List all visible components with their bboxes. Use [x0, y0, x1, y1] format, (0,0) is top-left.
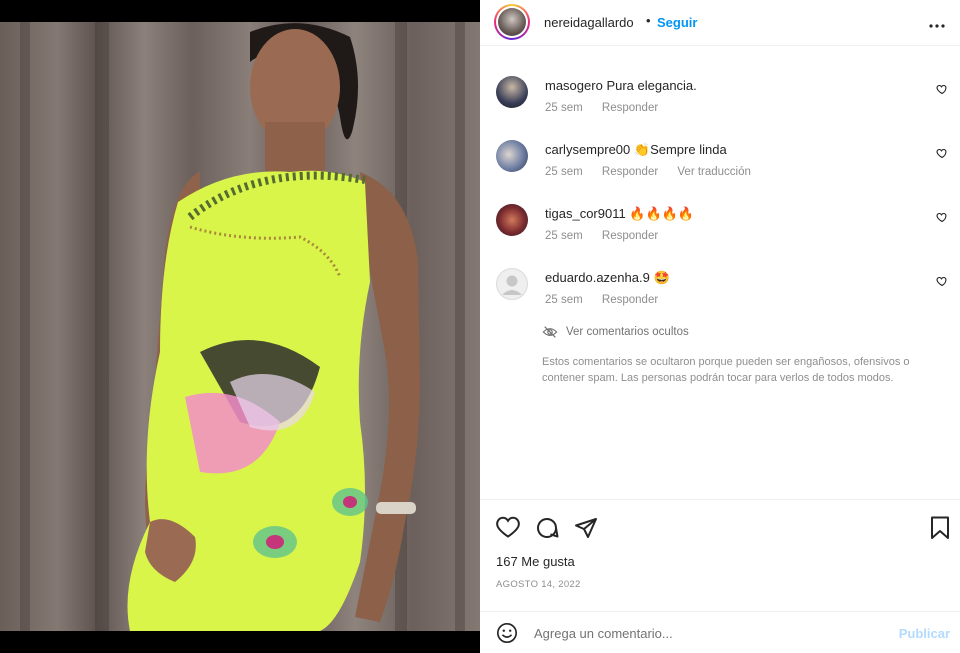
- comment-meta: 25 sem Responder: [545, 294, 674, 306]
- comment-time[interactable]: 25 sem: [545, 230, 583, 242]
- commenter-username[interactable]: tigas_cor9011: [545, 206, 626, 221]
- post-photo-illustration: [20, 22, 465, 631]
- more-options-icon[interactable]: [928, 13, 946, 34]
- heart-icon[interactable]: [496, 516, 520, 538]
- comment-heart-icon[interactable]: [936, 275, 948, 287]
- comment-item: carlysempre00 👏Sempre linda 25 sem Respo…: [496, 118, 948, 178]
- comment-meta: 25 sem Responder: [545, 102, 674, 114]
- post-photo[interactable]: [0, 22, 480, 631]
- post-actions: 167 Me gusta AGOSTO 14, 2022: [480, 499, 960, 609]
- commenter-avatar[interactable]: [496, 76, 528, 108]
- comment-item: eduardo.azenha.9 🤩 25 sem Responder: [496, 246, 948, 306]
- commenter-avatar[interactable]: [496, 204, 528, 236]
- reply-button[interactable]: Responder: [602, 294, 658, 306]
- default-user-icon: [502, 275, 522, 295]
- like-count[interactable]: 167 Me gusta: [496, 554, 575, 569]
- author-avatar[interactable]: [494, 4, 530, 40]
- commenter-avatar[interactable]: [496, 140, 528, 172]
- reply-button[interactable]: Responder: [602, 166, 658, 178]
- post-header: nereidagallardo • Seguir: [480, 0, 960, 46]
- comment-text: 🔥🔥🔥🔥: [629, 206, 695, 221]
- comment-heart-icon[interactable]: [936, 211, 948, 223]
- comment-item: masogero Pura elegancia. 25 sem Responde…: [496, 54, 948, 114]
- reply-button[interactable]: Responder: [602, 230, 658, 242]
- comment-meta: 25 sem Responder Ver traducción: [545, 166, 767, 178]
- comment-icon[interactable]: [535, 516, 559, 540]
- comment-time[interactable]: 25 sem: [545, 166, 583, 178]
- comment-item: tigas_cor9011 🔥🔥🔥🔥 25 sem Responder: [496, 182, 948, 242]
- author-avatar-image: [498, 8, 526, 36]
- comment-time[interactable]: 25 sem: [545, 102, 583, 114]
- comment-body: masogero Pura elegancia.: [545, 78, 697, 93]
- comments-list: masogero Pura elegancia. 25 sem Responde…: [480, 54, 960, 499]
- comment-body: eduardo.azenha.9 🤩: [545, 270, 670, 286]
- separator-dot: •: [646, 13, 651, 28]
- post-date[interactable]: AGOSTO 14, 2022: [496, 579, 581, 590]
- share-icon[interactable]: [574, 516, 598, 540]
- commenter-avatar-placeholder[interactable]: [496, 268, 528, 300]
- follow-button[interactable]: Seguir: [657, 15, 697, 30]
- comment-text: 🤩: [653, 270, 670, 285]
- comment-text: Pura elegancia.: [606, 78, 697, 93]
- commenter-username[interactable]: eduardo.azenha.9: [545, 270, 650, 285]
- post-side-panel: nereidagallardo • Seguir masogero Pura e…: [480, 0, 960, 653]
- comment-heart-icon[interactable]: [936, 83, 948, 95]
- comment-meta: 25 sem Responder: [545, 230, 674, 242]
- comment-body: carlysempre00 👏Sempre linda: [545, 142, 727, 158]
- publish-button[interactable]: Publicar: [899, 626, 950, 641]
- comment-input[interactable]: [534, 622, 874, 644]
- view-hidden-comments-button[interactable]: Ver comentarios ocultos: [542, 325, 689, 339]
- reply-button[interactable]: Responder: [602, 102, 658, 114]
- view-hidden-comments-label: Ver comentarios ocultos: [566, 326, 689, 338]
- emoji-icon[interactable]: [496, 622, 518, 644]
- author-username[interactable]: nereidagallardo: [544, 15, 634, 30]
- add-comment-bar: Publicar: [480, 611, 960, 653]
- comment-text: 👏Sempre linda: [633, 142, 727, 157]
- eye-slash-icon: [542, 326, 558, 338]
- commenter-username[interactable]: masogero: [545, 78, 603, 93]
- translate-button[interactable]: Ver traducción: [677, 166, 751, 178]
- comment-heart-icon[interactable]: [936, 147, 948, 159]
- hidden-comments-note: Estos comentarios se ocultaron porque pu…: [542, 356, 910, 384]
- instagram-post-modal: nereidagallardo • Seguir masogero Pura e…: [0, 0, 960, 653]
- commenter-username[interactable]: carlysempre00: [545, 142, 630, 157]
- comment-time[interactable]: 25 sem: [545, 294, 583, 306]
- bookmark-icon[interactable]: [930, 516, 950, 540]
- comment-body: tigas_cor9011 🔥🔥🔥🔥: [545, 206, 694, 222]
